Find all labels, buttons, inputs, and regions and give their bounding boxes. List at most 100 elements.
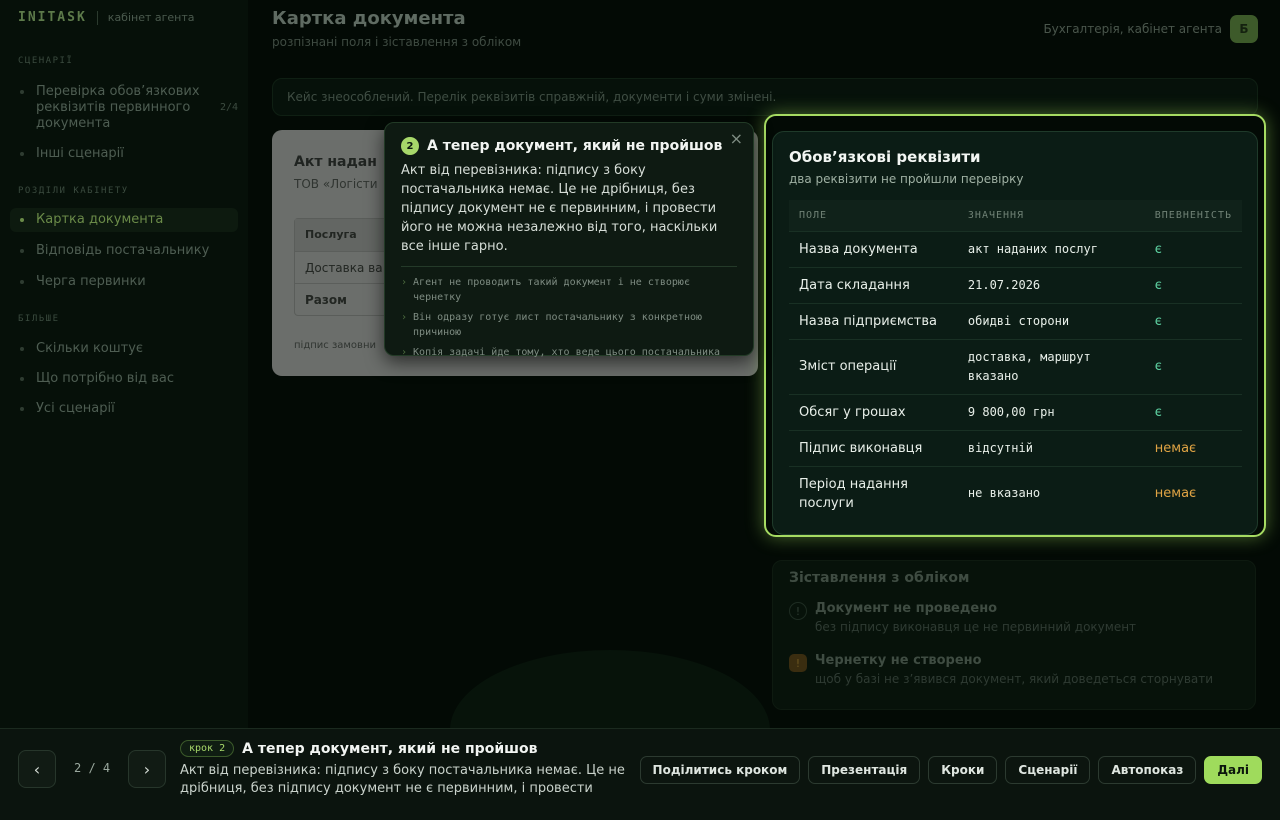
sidebar-item-pricing[interactable]: Скільки коштує (18, 341, 238, 357)
tooltip-bullet-text: Агент не проводить такий документ і не с… (413, 277, 690, 303)
sidebar-item-label: Перевірка обов’язкових реквізитів первин… (36, 84, 200, 131)
cell-field: Зміст операції (789, 338, 958, 394)
step-info: крок 2 А тепер документ, який не пройшов… (180, 740, 630, 798)
tooltip-title: А тепер документ, який не пройшов (427, 138, 723, 154)
tooltip-bullet: › Агент не проводить такий документ і не… (401, 275, 737, 305)
info-icon: ! (789, 602, 807, 620)
page-header: Картка документа розпізнані поля і зіста… (272, 8, 521, 49)
chevron-right-icon: › (401, 347, 408, 358)
chevron-right-icon: › (401, 277, 408, 288)
sidebar-item-other-scenarios[interactable]: Інші сценарії (18, 146, 238, 162)
bullet-icon (20, 347, 24, 351)
brand-logo[interactable]: INITASK (18, 10, 87, 25)
bullet-icon (20, 407, 24, 411)
bullet-icon (20, 152, 24, 156)
column-header-confidence: ВПЕВНЕНІСТЬ (1144, 200, 1242, 231)
tooltip-bullet-text: Копія задачі йде тому, хто веде цього по… (413, 347, 721, 358)
presentation-button[interactable]: Презентація (808, 756, 921, 784)
step-title: А тепер документ, який не пройшов (242, 740, 538, 757)
sidebar-item-scenario-check[interactable]: Перевірка обов’язкових реквізитів первин… (18, 84, 238, 132)
bullet-icon (20, 280, 24, 284)
document-signature-note: підпис замовни (294, 340, 376, 351)
steps-button[interactable]: Кроки (928, 756, 998, 784)
table-row: Зміст операції доставка, маршрут вказано… (789, 338, 1242, 394)
sidebar-item-all-scenarios[interactable]: Усі сценарії (18, 401, 238, 417)
bullet-icon (20, 249, 24, 253)
cell-status: є (1144, 338, 1242, 394)
share-step-button[interactable]: Поділитись кроком (639, 756, 801, 784)
brand-divider (96, 10, 98, 25)
sidebar-section-cabinet: РОЗДІЛИ КАБІНЕТУ (18, 186, 129, 196)
column-header-field: ПОЛЕ (789, 200, 958, 231)
cell-value: обидві сторони (957, 302, 1145, 339)
sidebar-item-label: Картка документа (36, 212, 164, 227)
user-menu[interactable]: Бухгалтерія, кабінет агента Б (1043, 15, 1258, 43)
sidebar-item-label: Черга первинки (36, 274, 146, 289)
sidebar-item-requirements[interactable]: Що потрібно від вас (18, 371, 238, 387)
table-header-row: ПОЛЕ ЗНАЧЕННЯ ВПЕВНЕНІСТЬ (789, 200, 1242, 231)
tour-tooltip: 2 А тепер документ, який не пройшов × Ак… (384, 122, 754, 358)
cell-value: не вказано (957, 465, 1145, 521)
cell-value: 9 800,00 грн (957, 393, 1145, 430)
document-title: Акт надан (294, 154, 377, 170)
cell-status: є (1144, 393, 1242, 430)
matching-title: Зіставлення з обліком (789, 570, 970, 586)
tooltip-body: Акт від перевізника: підпису з боку пост… (401, 163, 718, 254)
scenario-progress-count: 2/4 (219, 102, 238, 113)
warning-icon: ! (789, 654, 807, 672)
matching-card: Зіставлення з обліком ! Документ не пров… (772, 560, 1256, 710)
bullet-icon (20, 90, 24, 94)
tooltip-bullet: › Копія задачі йде тому, хто веде цього … (401, 345, 737, 360)
sidebar-item-label: Інші сценарії (36, 146, 124, 161)
close-icon[interactable]: × (730, 129, 743, 148)
tour-control-bar: ‹ 2 / 4 › крок 2 А тепер документ, який … (0, 728, 1280, 820)
cell-value: відсутній (957, 429, 1145, 466)
next-button[interactable]: Далі (1204, 756, 1262, 784)
requisites-table: ПОЛЕ ЗНАЧЕННЯ ВПЕВНЕНІСТЬ Назва документ… (789, 200, 1242, 521)
cell-field: Дата складання (789, 266, 958, 303)
cell-value: акт наданих послуг (957, 230, 1145, 267)
step-number-badge: 2 (401, 137, 419, 155)
autoplay-button[interactable]: Автопоказ (1098, 756, 1197, 784)
next-step-button[interactable]: › (128, 750, 166, 788)
sidebar-item-label: Відповідь постачальнику (36, 243, 210, 258)
requisites-card: Обов’язкові реквізити два реквізити не п… (772, 131, 1258, 535)
cell-field: Назва підприємства (789, 302, 958, 339)
sidebar-item-label: Що потрібно від вас (36, 371, 174, 386)
tooltip-bullet: › Він одразу готує лист постачальнику з … (401, 310, 737, 340)
user-label: Бухгалтерія, кабінет агента (1043, 22, 1222, 36)
cell-value: 21.07.2026 (957, 266, 1145, 303)
info-banner: Кейс знеособлений. Перелік реквізитів сп… (272, 78, 1258, 116)
table-row: Підпис виконавця відсутній немає (789, 429, 1242, 466)
sidebar-item-supplier-reply[interactable]: Відповідь постачальнику (18, 243, 238, 259)
document-organization: ТОВ «Логісти (294, 177, 378, 191)
cell-status: є (1144, 302, 1242, 339)
cell-field: Обсяг у грошах (789, 393, 958, 430)
cell-status: є (1144, 266, 1242, 303)
scenarios-button[interactable]: Сценарії (1005, 756, 1091, 784)
prev-step-button[interactable]: ‹ (18, 750, 56, 788)
step-description: Акт від перевізника: підпису з боку пост… (180, 763, 625, 796)
step-chip: крок 2 (180, 740, 235, 757)
avatar[interactable]: Б (1230, 15, 1258, 43)
brand: INITASK кабінет агента (18, 10, 195, 25)
tour-actions: Поділитись кроком Презентація Кроки Сцен… (639, 756, 1262, 784)
sidebar-item-label: Скільки коштує (36, 341, 144, 356)
sidebar-item-primary-queue[interactable]: Черга первинки (18, 274, 238, 290)
sidebar: INITASK кабінет агента СЦЕНАРІЇ Перевірк… (0, 0, 248, 728)
divider (401, 266, 737, 267)
matching-item-desc: без підпису виконавця це не первинний до… (815, 620, 1137, 634)
cell-status: є (1144, 230, 1242, 267)
matching-item-desc: щоб у базі не з’явився документ, який до… (815, 672, 1214, 686)
requisites-subtitle: два реквізити не пройшли перевірку (789, 172, 1024, 186)
column-header-value: ЗНАЧЕННЯ (957, 200, 1145, 231)
cell-field: Назва документа (789, 230, 958, 267)
cell-status: немає (1144, 465, 1242, 521)
table-row: Назва документа акт наданих послуг є (789, 230, 1242, 267)
sidebar-item-document-card[interactable]: Картка документа (10, 208, 238, 232)
matching-item-title: Документ не проведено (815, 601, 998, 616)
tooltip-header: 2 А тепер документ, який не пройшов (401, 137, 737, 155)
table-row: Обсяг у грошах 9 800,00 грн є (789, 393, 1242, 430)
bullet-icon (20, 218, 24, 222)
matching-item: ! Документ не проведено без підпису вико… (789, 601, 1136, 634)
